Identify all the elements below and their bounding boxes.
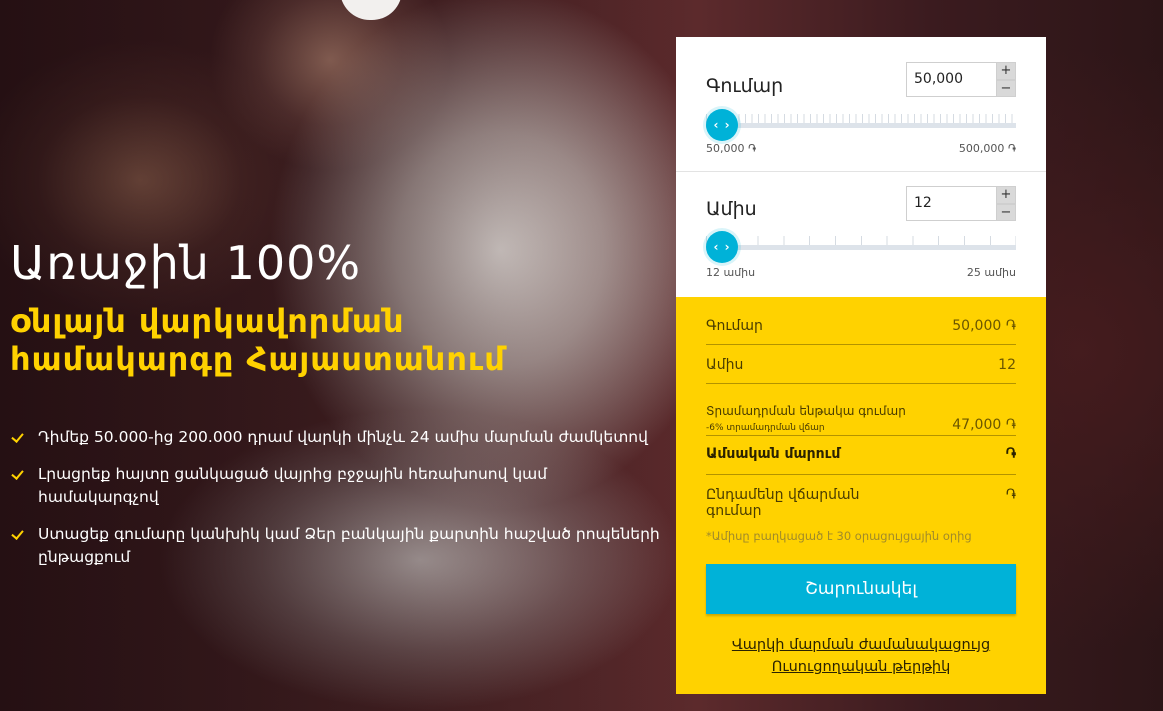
months-label: Ամիս [706, 198, 757, 220]
amount-decrease-button[interactable]: − [996, 79, 1016, 97]
benefits-list: Դիմեք 50.000-ից 200.000 դրամ վարկի մինչև… [10, 426, 670, 569]
amount-stepper: 50,000 + − [906, 62, 1016, 97]
info-sheet-link[interactable]: Ուսուցողական թերթիկ [706, 656, 1016, 678]
months-slider-track[interactable] [706, 245, 1016, 250]
hero-title: Առաջին 100% [10, 236, 362, 290]
summary-monthly-value: ֏ [1005, 446, 1016, 462]
check-icon [12, 468, 26, 482]
summary-disbursed-label: Տրամադրման ենթակա գումար [706, 404, 906, 418]
summary-total-value: ֏ [1005, 487, 1016, 503]
benefit-text: Ստացեք գումարը կանխիկ կամ Ձեր բանկային ք… [38, 525, 660, 566]
hero-subtitle: օնլայն վարկավորման համակարգը Հայաստանում [10, 302, 670, 378]
check-icon [12, 528, 26, 542]
summary-total-label: Ընդամենը վճարման գումար [706, 487, 860, 519]
amount-min-label: 50,000 ֏ [706, 142, 757, 155]
months-decrease-button[interactable]: − [996, 203, 1016, 221]
calculator-links: Վարկի մարման ժամանակացույց Ուսուցողական … [706, 634, 1016, 678]
months-slider-handle[interactable]: ‹ › [706, 231, 738, 263]
months-stepper-buttons: + − [996, 186, 1016, 221]
summary-amount-value: 50,000 ֏ [952, 318, 1016, 334]
amount-block: Գումար 50,000 + − ‹ › 50,000 ֏ 500,000 ֏ [676, 37, 1046, 172]
amount-max-label: 500,000 ֏ [958, 142, 1016, 155]
month-footnote: *Ամիսը բաղկացած է 30 օրացույցային օրից [706, 529, 972, 543]
continue-button[interactable]: Շարունակել [706, 564, 1016, 614]
summary-amount-row: Գումար 50,000 ֏ [706, 297, 1016, 345]
amount-slider-handle[interactable]: ‹ › [706, 109, 738, 141]
months-increase-button[interactable]: + [996, 186, 1016, 204]
summary-monthly-label: Ամսական մարում [706, 446, 841, 462]
hero-subtitle-line2: համակարգը Հայաստանում [10, 340, 506, 378]
summary-total-row: Ընդամենը վճարման գումար ֏ [706, 475, 1016, 523]
benefit-item: Լրացրեք հայտը ցանկացած վայրից բջջային հե… [10, 463, 670, 509]
loan-calculator: Գումար 50,000 + − ‹ › 50,000 ֏ 500,000 ֏… [676, 37, 1046, 694]
hero-section: Առաջին 100% օնլայն վարկավորման համակարգը… [10, 236, 670, 583]
summary-disbursed-row: Տրամադրման ենթակա գումար -6% տրամադրման … [706, 384, 1016, 436]
summary-fee-label: -6% տրամադրման վճար [706, 423, 825, 433]
benefit-text: Դիմեք 50.000-ից 200.000 դրամ վարկի մինչև… [38, 428, 648, 446]
months-max-label: 25 ամիս [966, 266, 1016, 279]
loan-summary: Գումար 50,000 ֏ Ամիս 12 Տրամադրման ենթակ… [676, 297, 1046, 694]
amount-increase-button[interactable]: + [996, 62, 1016, 80]
hero-subtitle-line1: օնլայն վարկավորման [10, 302, 405, 340]
benefit-item: Դիմեք 50.000-ից 200.000 դրամ վարկի մինչև… [10, 426, 670, 449]
summary-months-row: Ամիս 12 [706, 345, 1016, 384]
amount-slider-track[interactable] [706, 123, 1016, 128]
amount-stepper-buttons: + − [996, 62, 1016, 97]
months-stepper: 12 + − [906, 186, 1016, 221]
months-min-label: 12 ամիս [706, 266, 756, 279]
summary-months-label: Ամիս [706, 357, 744, 373]
amount-input[interactable]: 50,000 [906, 62, 996, 97]
benefit-item: Ստացեք գումարը կանխիկ կամ Ձեր բանկային ք… [10, 523, 670, 569]
check-icon [12, 431, 26, 445]
amount-label: Գումար [706, 75, 784, 97]
benefit-text: Լրացրեք հայտը ցանկացած վայրից բջջային հե… [38, 465, 548, 506]
summary-months-value: 12 [998, 357, 1016, 373]
repayment-schedule-link[interactable]: Վարկի մարման ժամանակացույց [706, 634, 1016, 656]
months-input[interactable]: 12 [906, 186, 996, 221]
summary-disbursed-value: 47,000 ֏ [952, 417, 1016, 433]
summary-disbursed-labels: Տրամադրման ենթակա գումար -6% տրամադրման … [706, 404, 906, 433]
summary-amount-label: Գումար [706, 318, 763, 334]
months-block: Ամիս 12 + − ‹ › 12 ամիս 25 ամիս [676, 172, 1046, 297]
summary-monthly-row: Ամսական մարում ֏ [706, 436, 1016, 475]
